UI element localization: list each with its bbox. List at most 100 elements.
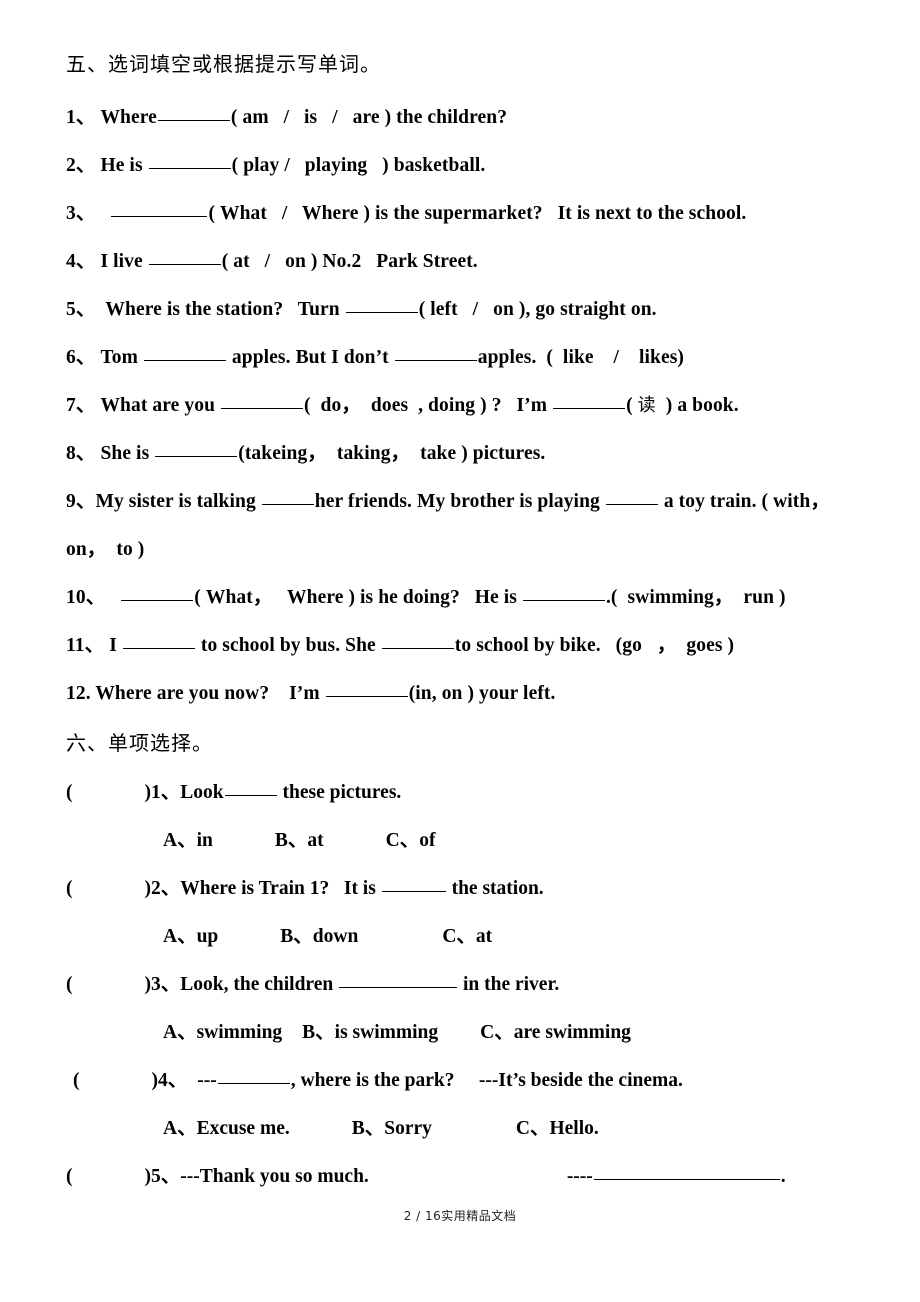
question-stem-before: Look, the children [180, 974, 339, 995]
item-text-after: ) a book. [665, 395, 739, 416]
item-number: 9、 [66, 491, 96, 512]
item-text-after: ( am / is / are ) the children? [230, 107, 508, 128]
answer-bracket-open: ( [66, 782, 73, 803]
option-c[interactable]: C、are swimming [480, 1021, 631, 1045]
answer-blank[interactable] [394, 347, 477, 361]
option-b[interactable]: B、down [280, 925, 358, 949]
item-number: 4、 [66, 251, 96, 272]
answer-blank[interactable] [605, 491, 658, 505]
page-footer: 2 / 16实用精品文档 [403, 1209, 517, 1223]
question-stem-before: ---Thank you so much. [180, 1166, 369, 1187]
answer-blank[interactable] [122, 635, 195, 649]
item-text-after: (takeing， taking， take ) pictures. [238, 443, 546, 464]
fill-blank-item-7: 7、 What are you ( do， does , doing ) ? I… [66, 394, 880, 418]
choice-question-1: ()1、Look these pictures. [66, 781, 890, 805]
answer-blank[interactable] [143, 347, 226, 361]
fill-blank-item-4: 4、 I live ( at / on ) No.2 Park Street. [66, 250, 880, 274]
answer-blank[interactable] [381, 878, 446, 892]
answer-blank[interactable] [155, 443, 238, 457]
item-text-before: Where is the station? Turn [100, 299, 345, 320]
answer-blank[interactable] [224, 782, 277, 796]
item-text-wrap: on， to ) [66, 539, 145, 560]
option-c[interactable]: C、Hello. [516, 1117, 599, 1141]
answer-blank[interactable] [593, 1166, 780, 1180]
item-text-before: Where are you now? I’m [95, 683, 325, 704]
choice-question-4: ()4、 ---, where is the park? ---It’s besi… [73, 1069, 890, 1093]
fill-blank-item-2: 2、 He is ( play / playing ) basketball. [66, 154, 880, 178]
answer-blank[interactable] [121, 587, 194, 601]
item-number: 3、 [66, 203, 96, 224]
answer-blank[interactable] [157, 107, 230, 121]
section-six-heading: 六、单项选择。 [66, 731, 213, 755]
item-text-after: (in, on ) your left. [408, 683, 556, 704]
item-text-after: apples. ( like / likes) [477, 347, 684, 368]
item-number: 8、 [66, 443, 96, 464]
answer-blank[interactable] [217, 1070, 290, 1084]
item-text-middle: ( What， Where ) is he doing? He is [194, 587, 522, 608]
answer-blank[interactable] [345, 299, 418, 313]
fill-blank-item-12: 12. Where are you now? I’m (in, on ) you… [66, 682, 880, 706]
answer-blank[interactable] [522, 587, 605, 601]
answer-blank[interactable] [148, 251, 221, 265]
item-text-before: Tom [100, 347, 143, 368]
document-page: 五、选词填空或根据提示写单词。 1、 Where ( am / is / are … [0, 0, 920, 1302]
question-number: 2、 [151, 878, 181, 899]
answer-blank[interactable] [553, 395, 626, 409]
answer-bracket-open: ( [66, 1166, 73, 1187]
answer-bracket-open: ( [66, 974, 73, 995]
choice-question-5: ()5、---Thank you so much. ----. [66, 1165, 890, 1189]
question-stem-after: , where is the park? ---It’s beside the … [290, 1070, 683, 1091]
answer-blank[interactable] [111, 203, 208, 217]
item-text-before: What are you [100, 395, 221, 416]
answer-blank[interactable] [339, 974, 458, 988]
choice-options-3: A、swimming B、is swimming C、are swimming [163, 1021, 890, 1045]
option-b[interactable]: B、at [275, 829, 324, 853]
option-c[interactable]: C、at [442, 925, 492, 949]
option-a[interactable]: A、in [163, 829, 213, 853]
fill-blank-item-3: 3、 ( What / Where ) is the supermarket? … [66, 202, 880, 226]
section-five-heading: 五、选词填空或根据提示写单词。 [66, 52, 381, 76]
item-text-middle: ( do， does , doing ) ? I’m [304, 395, 553, 416]
item-text-after: .( swimming， run ) [605, 587, 786, 608]
item-number: 6、 [66, 347, 96, 368]
choice-options-2: A、up B、down C、at [163, 925, 890, 949]
item-text-before: I [109, 635, 122, 656]
option-a[interactable]: A、up [163, 925, 218, 949]
item-number: 2、 [66, 155, 96, 176]
choice-options-1: A、in B、at C、of [163, 829, 890, 853]
fill-blank-item-10: 10、 ( What， Where ) is he doing? He is .… [66, 586, 880, 610]
question-stem-after: the station. [446, 878, 544, 899]
answer-blank[interactable] [221, 395, 304, 409]
option-a[interactable]: A、swimming [163, 1021, 282, 1045]
answer-blank[interactable] [325, 683, 408, 697]
fill-blank-item-1: 1、 Where ( am / is / are ) the children? [66, 106, 880, 130]
item-number: 11、 [66, 635, 105, 656]
option-b[interactable]: B、Sorry [352, 1117, 432, 1141]
question-stem-after: . [780, 1166, 786, 1187]
answer-blank[interactable] [148, 155, 231, 169]
option-c[interactable]: C、of [386, 829, 436, 853]
item-text-before: Where [100, 107, 157, 128]
question-number: 3、 [151, 974, 181, 995]
item-text-after: ( left / on ), go straight on. [418, 299, 657, 320]
item-text-after: a toy train. ( with， [658, 491, 830, 512]
question-stem-after: these pictures. [277, 782, 402, 803]
response-dashes: ---- [566, 1166, 593, 1187]
choice-question-2: ()2、Where is Train 1? It is the station. [66, 877, 890, 901]
question-number: 4、 [158, 1070, 188, 1091]
item-text-after: ( play / playing ) basketball. [231, 155, 486, 176]
option-b[interactable]: B、is swimming [302, 1021, 438, 1045]
item-text-middle: to school by bus. She [195, 635, 381, 656]
choice-options-4: A、Excuse me. B、Sorry C、Hello. [163, 1117, 890, 1141]
fill-blank-item-5: 5、 Where is the station? Turn ( left / o… [66, 298, 880, 322]
fill-blank-item-6: 6、 Tom apples. But I don’t apples. ( lik… [66, 346, 880, 370]
question-number: 5、 [151, 1166, 181, 1187]
item-number: 7、 [66, 395, 96, 416]
answer-blank[interactable] [261, 491, 314, 505]
fill-blank-item-9: 9、My sister is talking her friends. My b… [66, 490, 880, 514]
paren-open: ( [626, 395, 638, 416]
answer-blank[interactable] [381, 635, 454, 649]
option-a[interactable]: A、Excuse me. [163, 1117, 290, 1141]
item-number: 5、 [66, 299, 96, 320]
item-text-before: I live [100, 251, 148, 272]
